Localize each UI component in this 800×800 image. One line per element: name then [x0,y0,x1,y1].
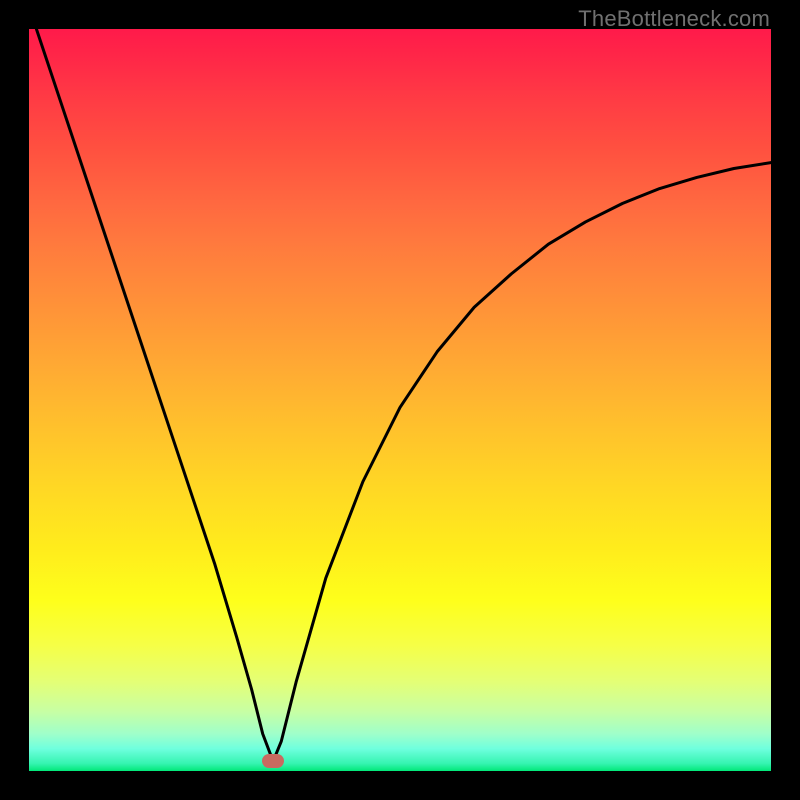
plot-area [29,29,771,771]
optimal-marker [262,754,284,768]
watermark-text: TheBottleneck.com [578,6,770,32]
chart-frame: TheBottleneck.com [0,0,800,800]
